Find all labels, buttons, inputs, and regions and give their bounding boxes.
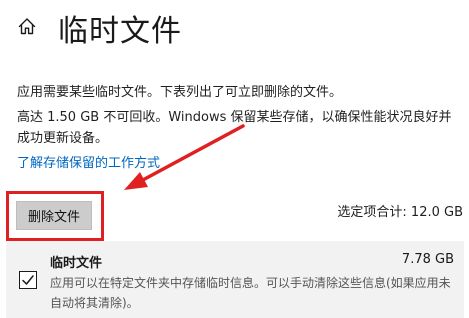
page-title: 临时文件: [58, 14, 182, 49]
item-description: 应用可以在特定文件夹中存储临时信息。可以手动清除这些信息(如果应用未自动将其清除…: [50, 276, 451, 310]
home-icon[interactable]: [17, 16, 37, 36]
selected-total: 选定项合计: 12.0 GB: [337, 205, 463, 220]
reserved-storage-note: 高达 1.50 GB 不可回收。Windows 保留某些存储，以确保性能状况良好…: [17, 110, 452, 146]
delete-files-button[interactable]: 删除文件: [16, 201, 92, 230]
checkmark-icon: [22, 275, 34, 285]
temp-files-checkbox[interactable]: [19, 271, 37, 289]
temp-files-item[interactable]: 临时文件 7.78 GB 应用可以在特定文件夹中存储临时信息。可以手动清除这些信…: [6, 241, 464, 318]
page-header: 临时文件: [0, 0, 469, 56]
item-size: 7.78 GB: [401, 252, 454, 267]
reserved-storage-link[interactable]: 了解存储保留的工作方式: [17, 152, 160, 171]
item-title: 临时文件: [50, 256, 103, 271]
intro-text: 应用需要某些临时文件。下表列出了可立即删除的文件。: [17, 85, 343, 100]
storage-temp-files-page: 临时文件 应用需要某些临时文件。下表列出了可立即删除的文件。 高达 1.50 G…: [0, 0, 469, 318]
